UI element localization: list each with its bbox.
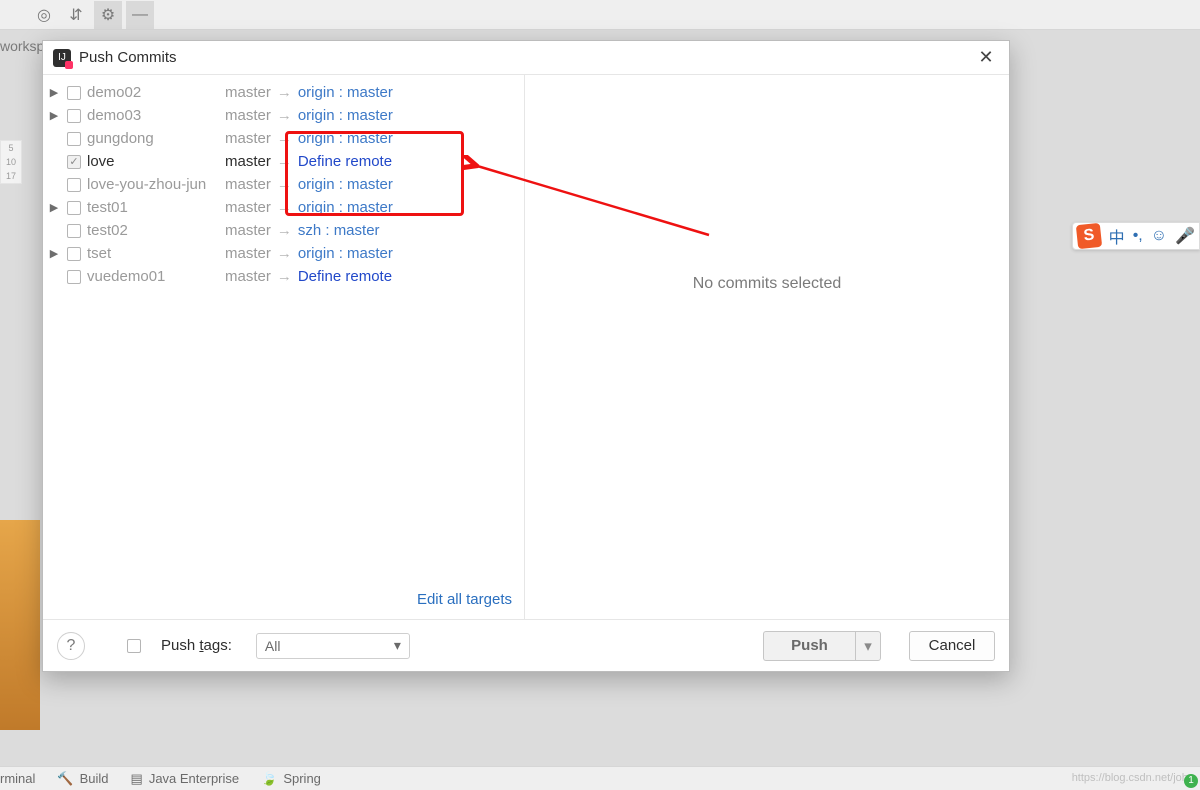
define-remote-link[interactable]: Define remote	[298, 268, 392, 285]
repo-row[interactable]: ▶ test01master → origin : master	[43, 196, 524, 219]
branch-label: master	[225, 245, 271, 262]
bg-tab-spring: 🍃Spring	[261, 771, 321, 787]
bg-tab-java: ▤Java Enterprise	[131, 771, 240, 787]
repo-row[interactable]: ▶✓lovemaster→Define remote	[43, 150, 524, 173]
arrow-right-icon: →	[277, 199, 292, 216]
repo-row[interactable]: ▶ demo03master → origin : master	[43, 104, 524, 127]
bg-tab-terminal: rminal	[0, 771, 35, 786]
branch-label: master	[225, 199, 271, 216]
repo-checkbox[interactable]	[67, 224, 81, 238]
repo-name: demo03	[87, 107, 225, 124]
repo-name: gungdong	[87, 130, 225, 147]
bg-bottom-tabs: rminal 🔨Build ▤Java Enterprise 🍃Spring	[0, 766, 1200, 790]
push-dropdown-button[interactable]: ▾	[855, 631, 881, 661]
repo-checkbox[interactable]	[67, 201, 81, 215]
remote-label[interactable]: origin : master	[298, 84, 393, 101]
repo-name: love	[87, 153, 225, 170]
arrow-right-icon: →	[277, 176, 292, 193]
bg-notification-badge: 1	[1184, 774, 1198, 788]
remote-label[interactable]: szh : master	[298, 222, 380, 239]
repo-name: vuedemo01	[87, 268, 225, 285]
repo-checkbox[interactable]	[67, 132, 81, 146]
remote-label[interactable]: origin : master	[298, 199, 393, 216]
remote-label[interactable]: origin : master	[298, 107, 393, 124]
arrow-right-icon: →	[277, 268, 292, 285]
repo-checkbox[interactable]: ✓	[67, 155, 81, 169]
bg-tool-target-icon: ◎	[30, 1, 58, 29]
repo-row[interactable]: ▶love-you-zhou-junmaster→origin : master	[43, 173, 524, 196]
bg-watermark: https://blog.csdn.net/john	[1072, 772, 1194, 784]
expand-arrow-icon[interactable]: ▶	[47, 201, 61, 214]
repo-list-panel: ▶demo02master→origin : master▶demo03mast…	[43, 75, 525, 619]
bg-tab-build: 🔨Build	[57, 771, 108, 787]
repo-name: tset	[87, 245, 225, 262]
push-tags-select[interactable]: All▾	[256, 633, 410, 659]
branch-label: master	[225, 130, 271, 147]
repo-checkbox[interactable]	[67, 178, 81, 192]
repo-row[interactable]: ▶vuedemo01master→Define remote	[43, 265, 524, 288]
branch-label: master	[225, 84, 271, 101]
remote-label[interactable]: origin : master	[298, 176, 393, 193]
branch-label: master	[225, 176, 271, 193]
arrow-right-icon: →	[277, 107, 292, 124]
ime-lang[interactable]: 中	[1109, 224, 1125, 248]
branch-label: master	[225, 268, 271, 285]
bg-decorative-panel	[0, 520, 40, 730]
repo-row[interactable]: ▶test02master→szh : master	[43, 219, 524, 242]
expand-arrow-icon[interactable]: ▶	[47, 86, 61, 99]
arrow-right-icon: →	[277, 222, 292, 239]
branch-label: master	[225, 153, 271, 170]
repo-name: demo02	[87, 84, 225, 101]
define-remote-link[interactable]: Define remote	[298, 153, 392, 170]
repo-row[interactable]: ▶gungdongmaster→origin : master	[43, 127, 524, 150]
bg-workspace-label: worksp	[0, 38, 44, 54]
arrow-right-icon: →	[277, 153, 292, 170]
dialog-title: Push Commits	[79, 49, 177, 66]
edit-all-targets-link[interactable]: Edit all targets	[417, 591, 512, 608]
ime-mic-icon[interactable]: 🎤	[1175, 226, 1195, 246]
repo-name: test01	[87, 199, 225, 216]
repo-checkbox[interactable]	[67, 247, 81, 261]
repo-row[interactable]: ▶ tsetmaster → origin : master	[43, 242, 524, 265]
help-button[interactable]: ?	[57, 632, 85, 660]
remote-label[interactable]: origin : master	[298, 245, 393, 262]
expand-arrow-icon[interactable]: ▶	[47, 247, 61, 260]
ime-logo-icon: S	[1075, 223, 1101, 249]
bg-tool-minimize-icon: —	[126, 1, 154, 29]
repo-checkbox[interactable]	[67, 109, 81, 123]
remote-label[interactable]: origin : master	[298, 130, 393, 147]
repo-checkbox[interactable]	[67, 270, 81, 284]
repo-name: test02	[87, 222, 225, 239]
push-button[interactable]: Push	[763, 631, 855, 661]
commits-panel: No commits selected	[525, 75, 1009, 619]
bg-tool-collapse-icon: ⇵	[62, 1, 90, 29]
dialog-titlebar: IJ Push Commits ✕	[43, 41, 1009, 75]
dialog-footer: ? Push tags: All▾ Push ▾ Cancel	[43, 619, 1009, 671]
branch-label: master	[225, 222, 271, 239]
background-toolbar: ◎ ⇵ ⚙ —	[0, 0, 1200, 30]
close-button[interactable]: ✕	[973, 47, 999, 68]
branch-label: master	[225, 107, 271, 124]
no-commits-message: No commits selected	[693, 275, 842, 293]
arrow-right-icon: →	[277, 84, 292, 101]
push-tags-checkbox[interactable]	[127, 639, 141, 653]
arrow-right-icon: →	[277, 130, 292, 147]
ime-emoji-icon[interactable]: ☺	[1151, 227, 1167, 245]
repo-checkbox[interactable]	[67, 86, 81, 100]
app-logo-icon: IJ	[53, 49, 71, 67]
repo-name: love-you-zhou-jun	[87, 176, 225, 193]
push-commits-dialog: IJ Push Commits ✕ ▶demo02master→origin :…	[42, 40, 1010, 672]
ime-toolbar[interactable]: S 中 •, ☺ 🎤	[1072, 222, 1200, 250]
chevron-down-icon: ▾	[394, 637, 401, 654]
repo-tree[interactable]: ▶demo02master→origin : master▶demo03mast…	[43, 75, 524, 583]
push-tags-label: Push tags:	[161, 637, 232, 654]
cancel-button[interactable]: Cancel	[909, 631, 995, 661]
arrow-right-icon: →	[277, 245, 292, 262]
ime-punct[interactable]: •,	[1133, 227, 1143, 245]
repo-row[interactable]: ▶ demo02master → origin : master	[43, 81, 524, 104]
expand-arrow-icon[interactable]: ▶	[47, 109, 61, 122]
bg-tool-gear-icon: ⚙	[94, 1, 122, 29]
bg-ruler: 51017	[0, 140, 22, 184]
